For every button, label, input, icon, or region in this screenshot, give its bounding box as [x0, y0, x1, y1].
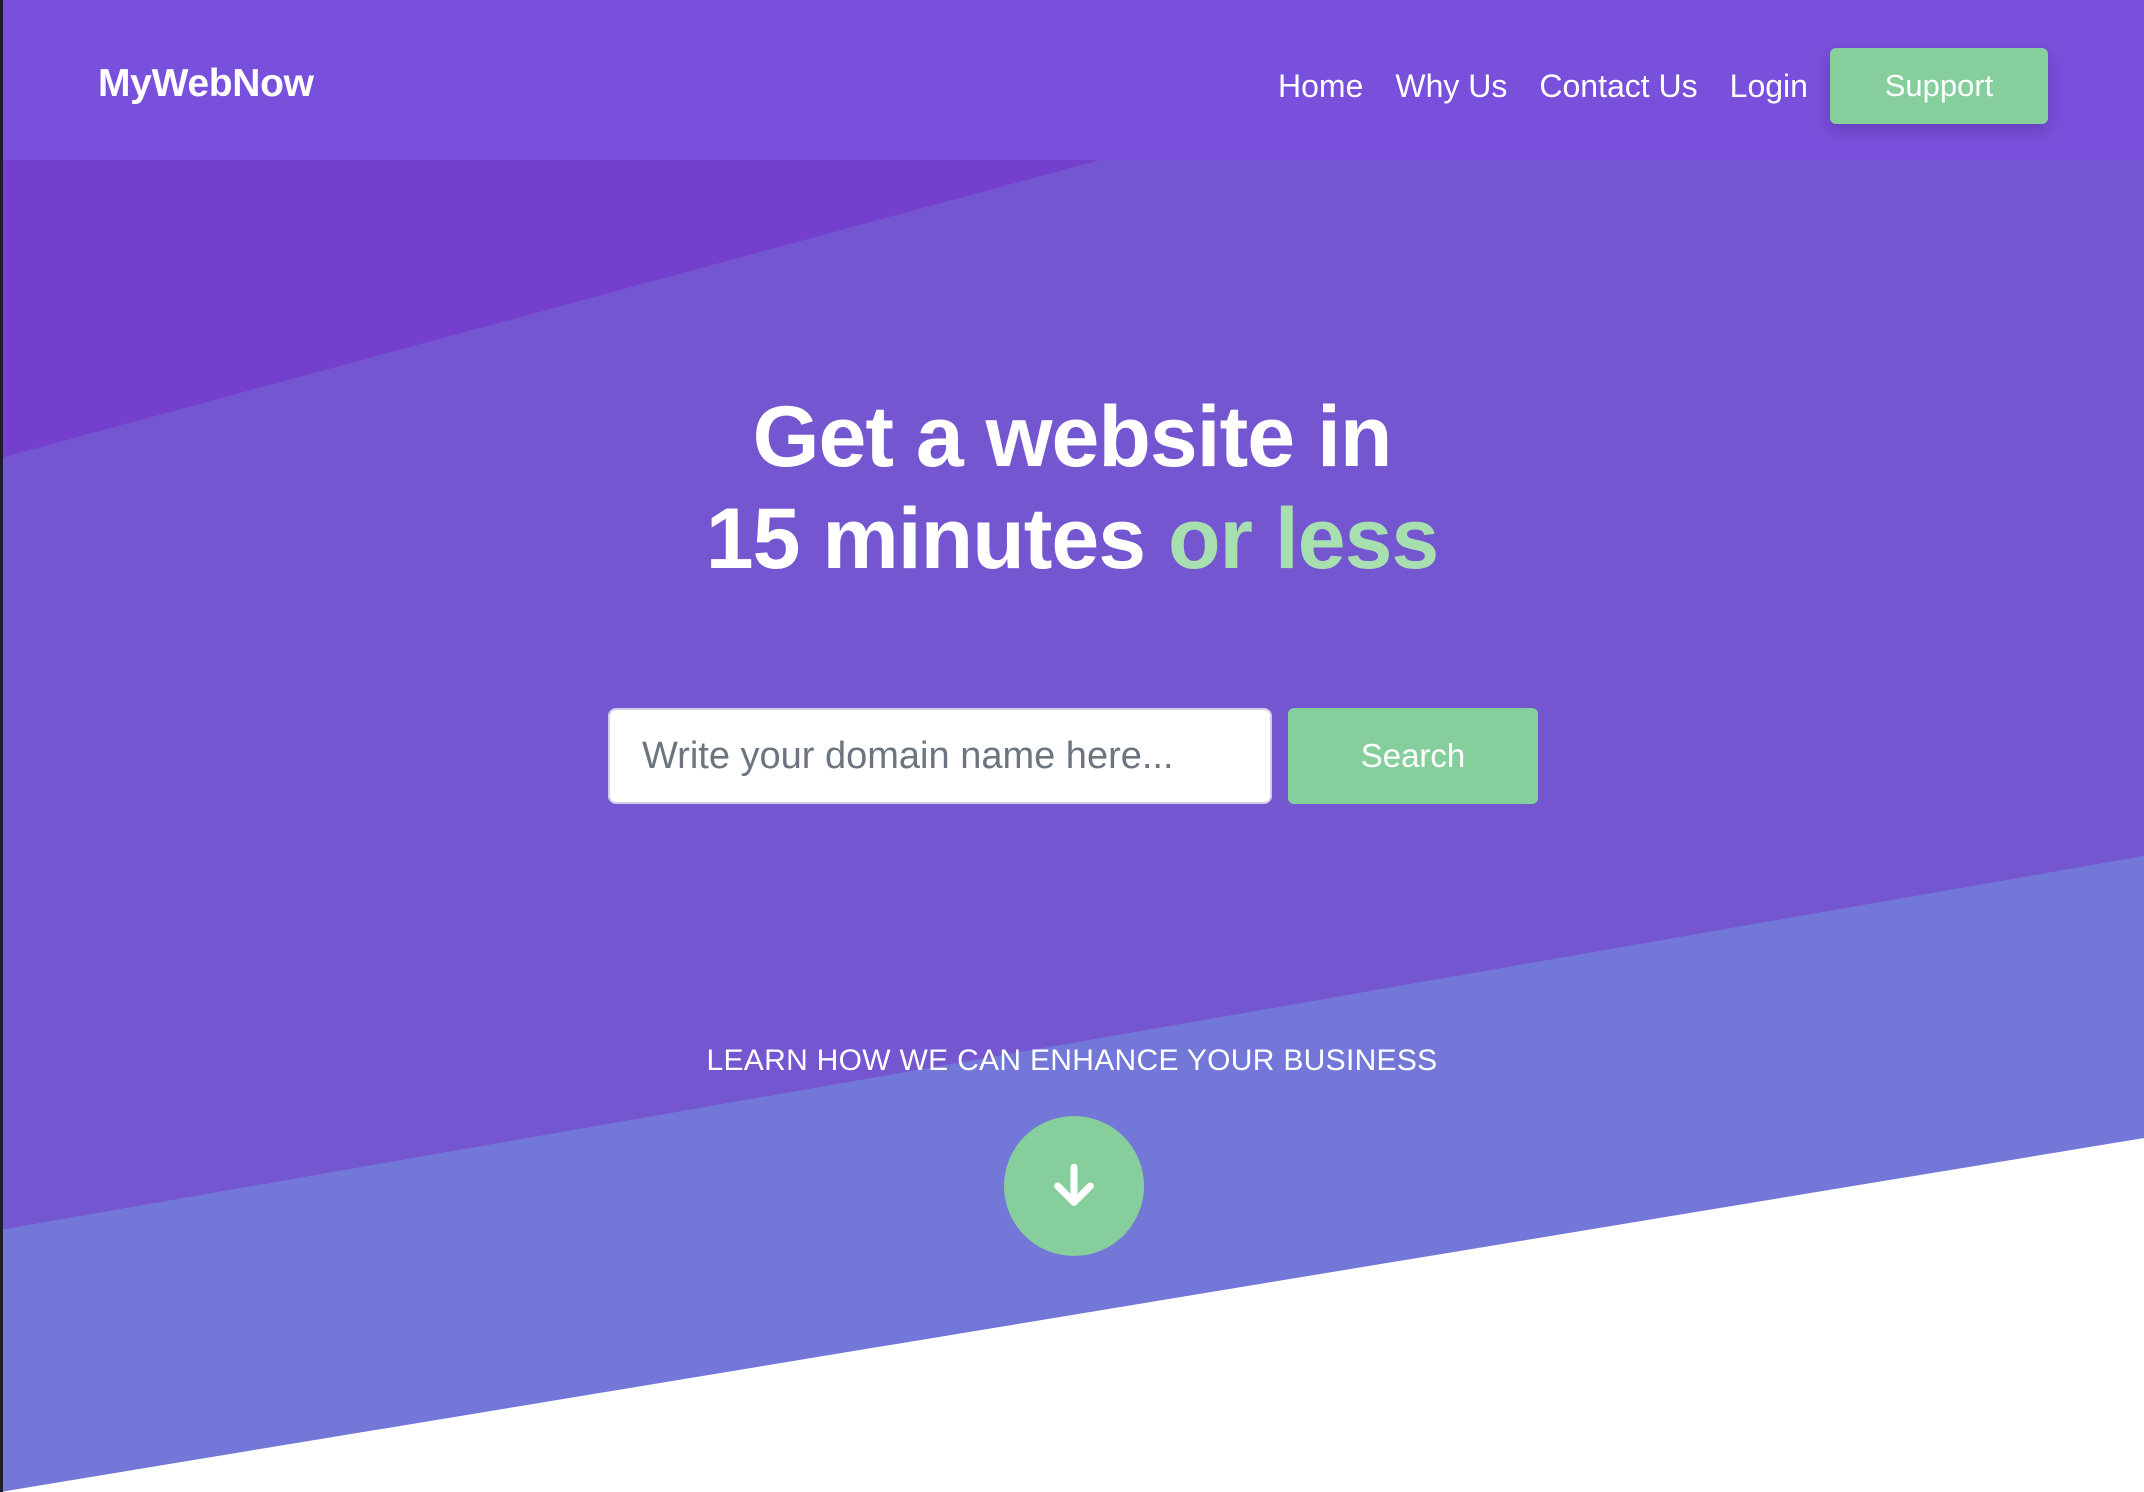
brand-logo[interactable]: MyWebNow: [98, 62, 314, 106]
nav-link-login[interactable]: Login: [1730, 68, 1808, 105]
nav-link-home[interactable]: Home: [1278, 68, 1363, 105]
support-button[interactable]: Support: [1830, 48, 2048, 124]
nav-link-why-us[interactable]: Why Us: [1395, 68, 1507, 105]
hero-headline-line1: Get a website in: [752, 389, 1393, 485]
nav-links: Home Why Us Contact Us Login: [1278, 68, 1840, 105]
hero-headline-line2: 15 minutes or less: [0, 490, 2144, 589]
nav-link-contact-us[interactable]: Contact Us: [1539, 68, 1697, 105]
learn-more-text: LEARN HOW WE CAN ENHANCE YOUR BUSINESS: [706, 1044, 1438, 1077]
scroll-down-button[interactable]: [1004, 1116, 1144, 1256]
landing-page: MyWebNow Home Why Us Contact Us Login Su…: [0, 0, 2144, 1492]
domain-search-input[interactable]: [608, 708, 1272, 804]
arrow-down-icon: [1054, 1163, 1094, 1206]
headline-main-text: 15 minutes: [705, 491, 1146, 587]
window-edge: [0, 0, 3, 1492]
navbar: MyWebNow Home Why Us Contact Us Login Su…: [0, 0, 2144, 160]
headline-accent-text: or less: [1167, 491, 1439, 587]
search-button[interactable]: Search: [1288, 708, 1538, 804]
